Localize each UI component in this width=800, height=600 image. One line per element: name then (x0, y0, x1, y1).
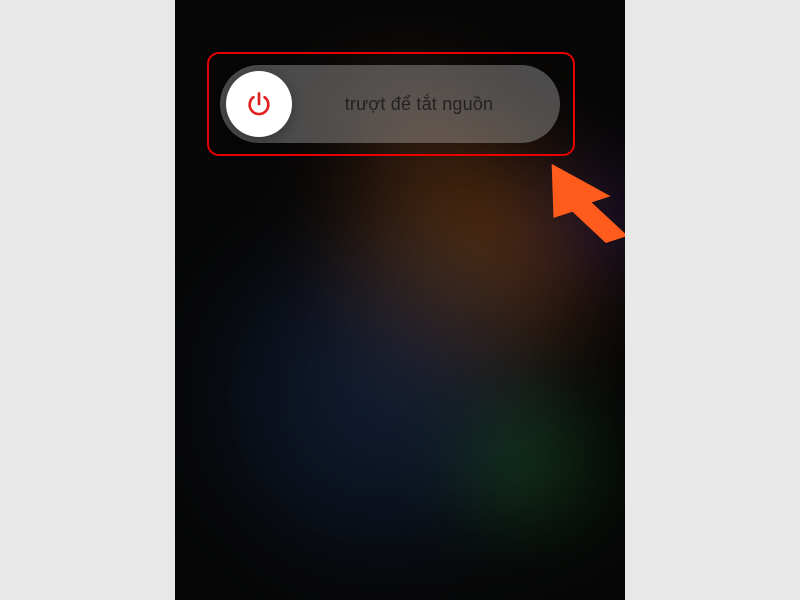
slider-knob[interactable] (226, 71, 292, 137)
slider-label: trượt để tắt nguồn (292, 94, 560, 115)
power-off-screen: trượt để tắt nguồn (175, 0, 625, 600)
power-off-slider[interactable]: trượt để tắt nguồn (220, 65, 560, 143)
power-icon (245, 90, 273, 118)
